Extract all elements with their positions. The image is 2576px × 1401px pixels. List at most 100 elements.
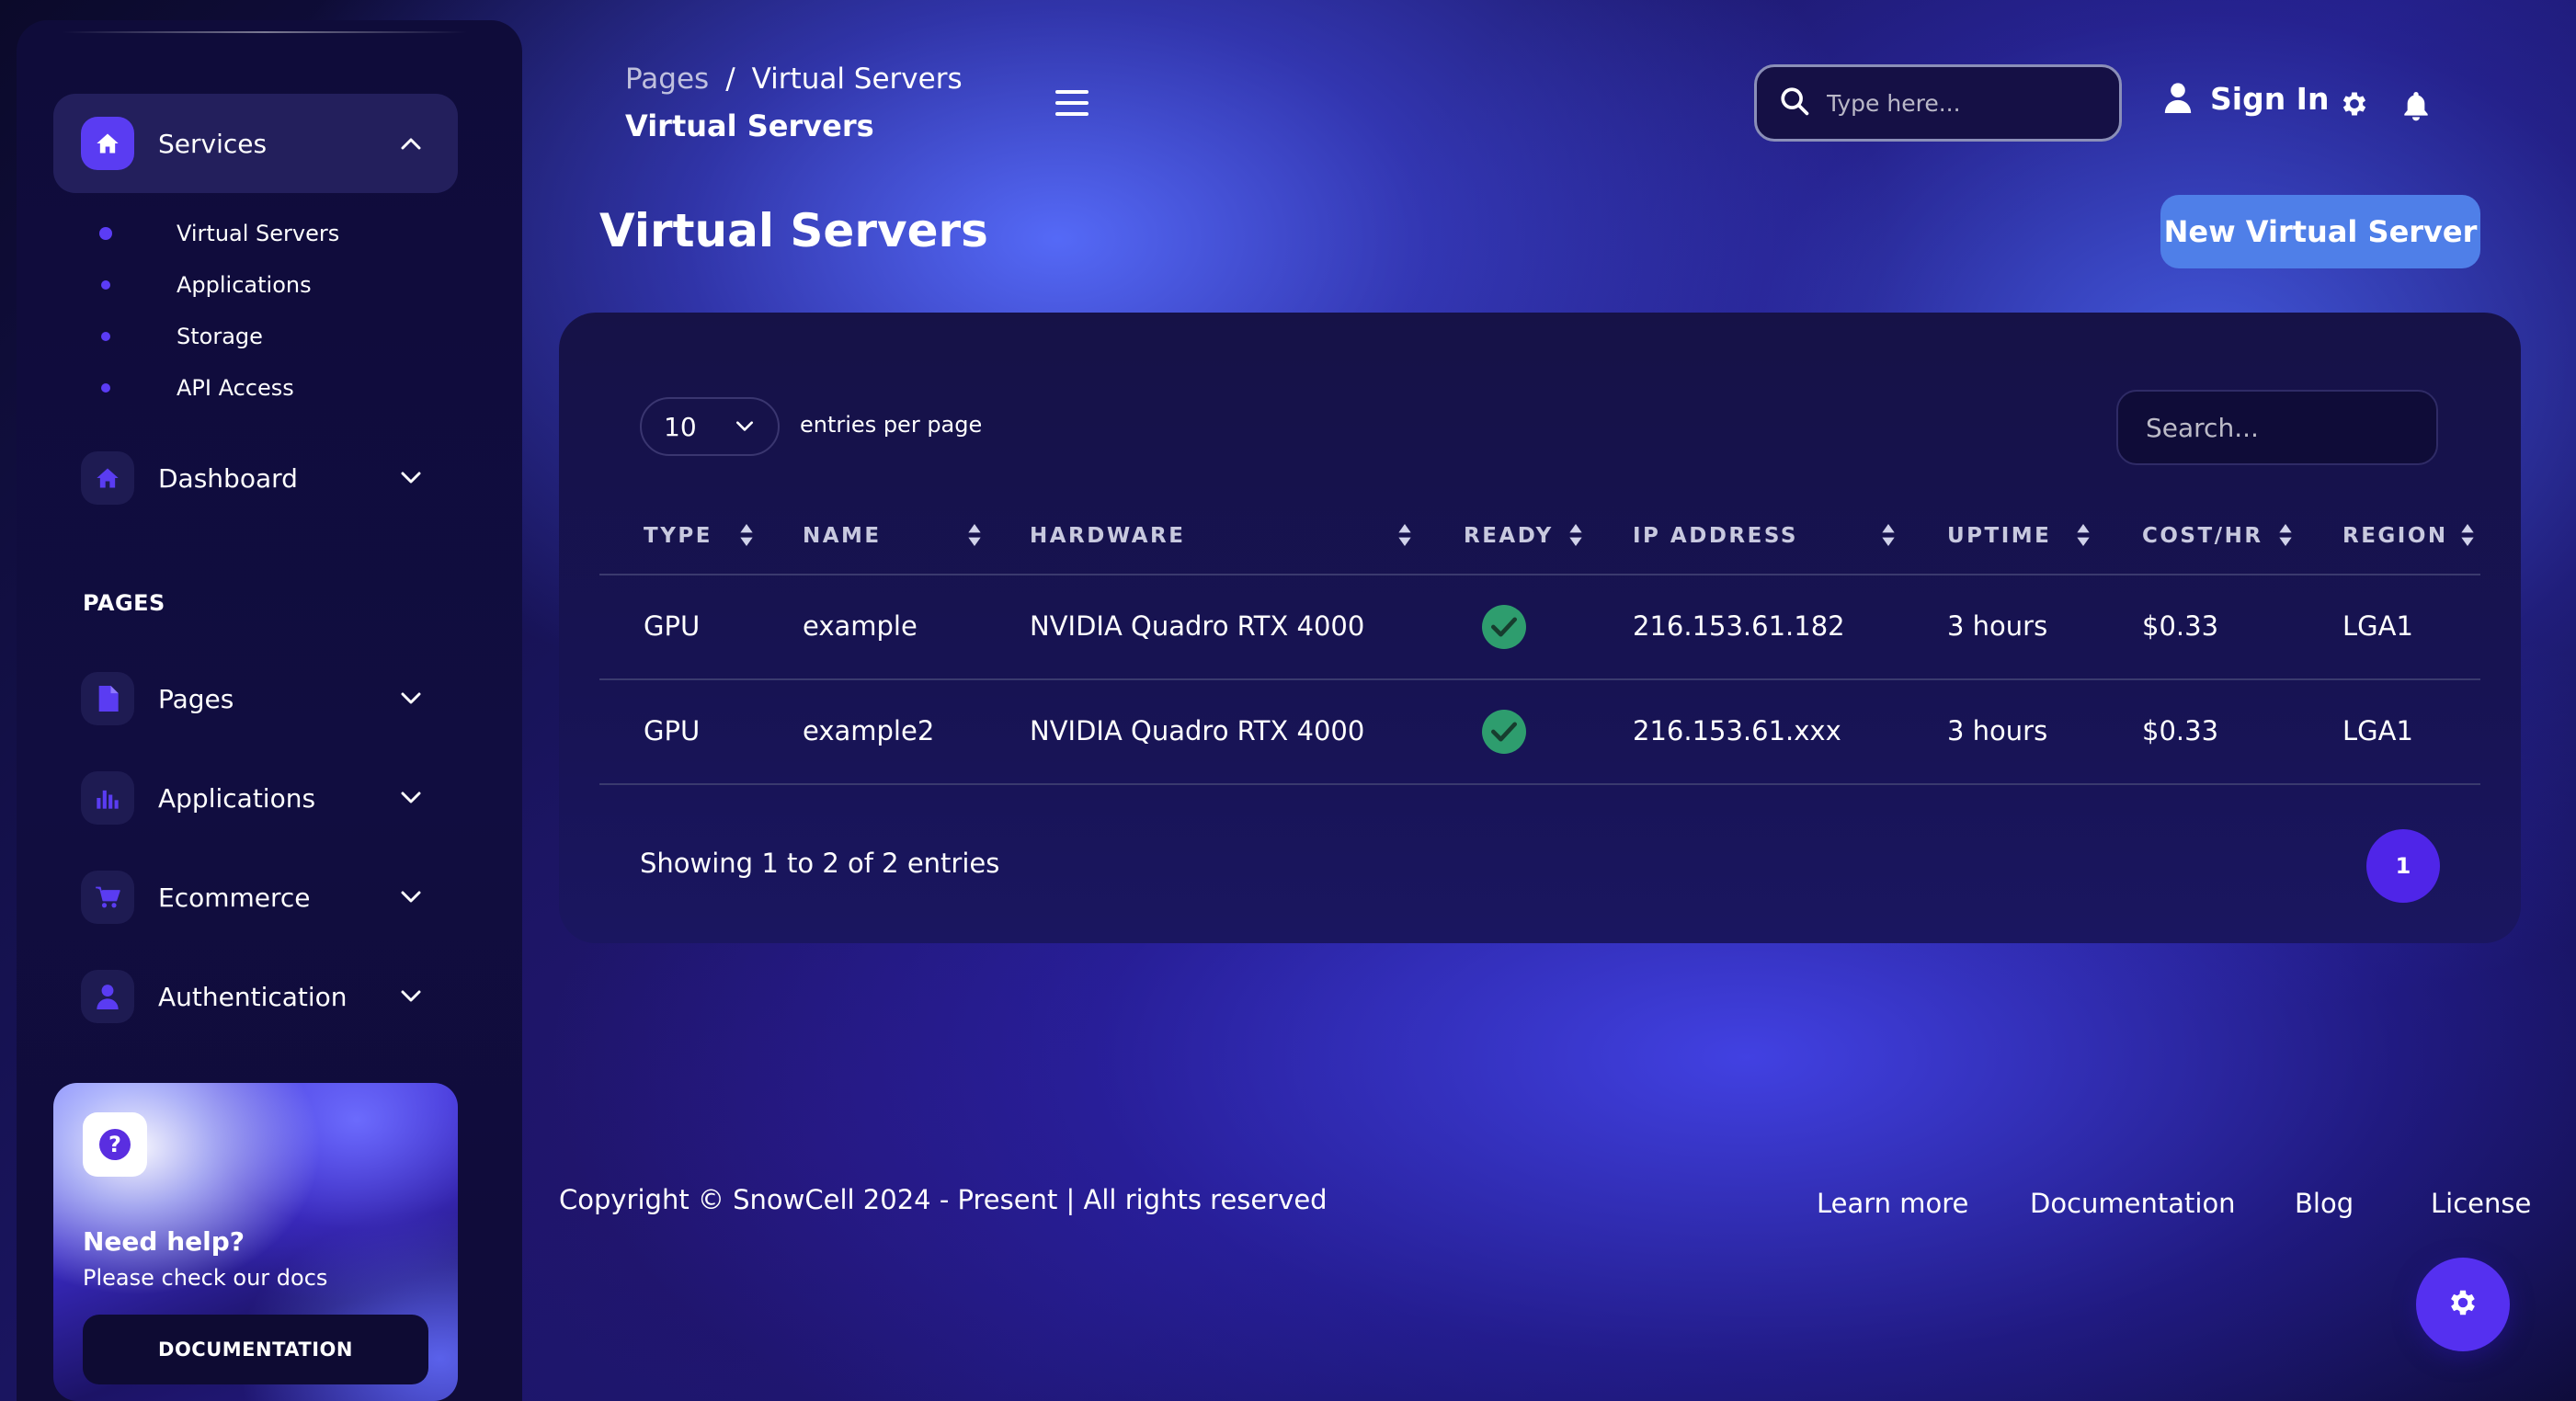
- cell-type: GPU: [644, 610, 701, 642]
- sidebar-item-services[interactable]: Services: [53, 94, 458, 193]
- sort-icon[interactable]: [1568, 524, 1583, 550]
- cell-cost: $0.33: [2142, 610, 2219, 642]
- cell-hardware: NVIDIA Quadro RTX 4000: [1030, 610, 1365, 642]
- cell-uptime: 3 hours: [1947, 610, 2048, 642]
- sidebar: Services Virtual Servers Applications St…: [17, 20, 522, 1401]
- sidebar-item-pages[interactable]: Pages: [53, 649, 458, 748]
- sign-in-button[interactable]: Sign In: [2162, 81, 2329, 117]
- cell-type: GPU: [644, 715, 701, 746]
- entries-per-page-label: entries per page: [800, 412, 983, 438]
- footer-link-license[interactable]: License: [2431, 1188, 2531, 1219]
- search-icon: [1779, 85, 1810, 120]
- cell-name: example: [803, 610, 918, 642]
- check-icon: [1482, 605, 1526, 649]
- sidebar-item-label: Authentication: [158, 981, 348, 1012]
- cart-icon: [81, 871, 134, 924]
- column-header-ready[interactable]: READY: [1464, 524, 1554, 548]
- file-icon: [81, 672, 134, 725]
- home-icon: [81, 451, 134, 505]
- cell-cost: $0.33: [2142, 715, 2219, 746]
- footer-link-learn-more[interactable]: Learn more: [1817, 1188, 1968, 1219]
- sidebar-item-dashboard[interactable]: Dashboard: [53, 428, 458, 528]
- header-title: Virtual Servers: [625, 108, 874, 143]
- sort-icon[interactable]: [1881, 524, 1896, 550]
- user-icon: [81, 970, 134, 1023]
- gear-icon: [2339, 92, 2370, 123]
- column-header-ip-address[interactable]: IP ADDRESS: [1633, 524, 1798, 548]
- cell-name: example2: [803, 715, 935, 746]
- footer-link-blog[interactable]: Blog: [2295, 1188, 2354, 1219]
- documentation-button[interactable]: DOCUMENTATION: [83, 1315, 428, 1384]
- configurator-button[interactable]: [2416, 1258, 2510, 1351]
- sort-icon[interactable]: [967, 524, 982, 550]
- bullet-icon: [101, 280, 110, 290]
- menu-toggle-button[interactable]: [1055, 90, 1089, 118]
- column-header-uptime[interactable]: UPTIME: [1947, 524, 2051, 548]
- sort-icon[interactable]: [739, 524, 754, 550]
- chevron-up-icon: [388, 137, 434, 150]
- sidebar-subitem-label: Storage: [177, 324, 263, 349]
- user-icon: [2162, 82, 2194, 117]
- entries-value: 10: [664, 411, 697, 442]
- sidebar-subitem-storage[interactable]: Storage: [99, 318, 263, 355]
- entries-per-page-select[interactable]: 10: [640, 397, 780, 456]
- sidebar-item-authentication[interactable]: Authentication: [53, 947, 458, 1046]
- settings-button[interactable]: [2339, 88, 2370, 123]
- sort-icon[interactable]: [2076, 524, 2091, 550]
- sidebar-subitem-virtual-servers[interactable]: Virtual Servers: [99, 215, 339, 252]
- column-header-hardware[interactable]: HARDWARE: [1030, 524, 1185, 548]
- sort-icon[interactable]: [2460, 524, 2475, 550]
- cell-region: LGA1: [2342, 715, 2413, 746]
- search-input[interactable]: [1827, 89, 2103, 117]
- column-header-type[interactable]: TYPE: [644, 524, 712, 548]
- cell-region: LGA1: [2342, 610, 2413, 642]
- sign-in-label: Sign In: [2210, 81, 2330, 117]
- home-icon: [81, 117, 134, 170]
- sort-icon[interactable]: [1397, 524, 1412, 550]
- sidebar-item-label: Pages: [158, 683, 234, 714]
- notifications-button[interactable]: [2403, 92, 2429, 125]
- new-virtual-server-button[interactable]: New Virtual Server: [2160, 195, 2480, 268]
- table-search: [2116, 390, 2438, 465]
- page-title: Virtual Servers: [599, 204, 988, 257]
- sidebar-subitem-applications[interactable]: Applications: [99, 267, 312, 303]
- hamburger-icon: [1055, 90, 1089, 94]
- help-title: Need help?: [83, 1226, 245, 1257]
- sidebar-item-applications[interactable]: Applications: [53, 748, 458, 848]
- table-divider: [599, 574, 2480, 575]
- bullet-icon: [101, 332, 110, 341]
- sidebar-subitem-label: Virtual Servers: [177, 221, 340, 246]
- sidebar-section-title: PAGES: [83, 590, 165, 616]
- cell-uptime: 3 hours: [1947, 715, 2048, 746]
- column-header-region[interactable]: REGION: [2342, 524, 2448, 548]
- servers-table-card: 10 entries per page TYPE NAME HARDWARE R…: [559, 313, 2521, 943]
- header-search: [1754, 64, 2122, 142]
- breadcrumb-current: Virtual Servers: [751, 63, 963, 96]
- column-header-name[interactable]: NAME: [803, 524, 882, 548]
- help-subtitle: Please check our docs: [83, 1265, 328, 1291]
- gear-icon: [2446, 1286, 2479, 1323]
- pagination-summary: Showing 1 to 2 of 2 entries: [640, 848, 1000, 879]
- sort-icon[interactable]: [2278, 524, 2293, 550]
- chevron-down-icon: [388, 990, 434, 1003]
- pagination-page-button[interactable]: 1: [2366, 829, 2440, 903]
- footer-link-documentation[interactable]: Documentation: [2030, 1188, 2236, 1219]
- table-divider: [599, 783, 2480, 785]
- chevron-down-icon: [735, 418, 754, 436]
- check-icon: [1482, 710, 1526, 754]
- cell-hardware: NVIDIA Quadro RTX 4000: [1030, 715, 1365, 746]
- sidebar-item-ecommerce[interactable]: Ecommerce: [53, 848, 458, 947]
- hamburger-icon: [1055, 112, 1089, 116]
- sidebar-item-label: Dashboard: [158, 462, 298, 494]
- sidebar-subitem-label: API Access: [177, 375, 294, 401]
- cell-ip-address: 216.153.61.xxx: [1633, 715, 1841, 746]
- help-icon: ?: [83, 1112, 147, 1177]
- breadcrumb-root[interactable]: Pages: [625, 63, 709, 96]
- column-header-cost[interactable]: COST/HR: [2142, 524, 2263, 548]
- bullet-icon: [101, 383, 110, 393]
- table-search-input[interactable]: [2146, 412, 2422, 443]
- sidebar-subitem-api-access[interactable]: API Access: [99, 370, 294, 406]
- breadcrumb-separator: /: [725, 63, 735, 96]
- bullet-icon: [99, 227, 112, 240]
- bell-icon: [2403, 92, 2429, 125]
